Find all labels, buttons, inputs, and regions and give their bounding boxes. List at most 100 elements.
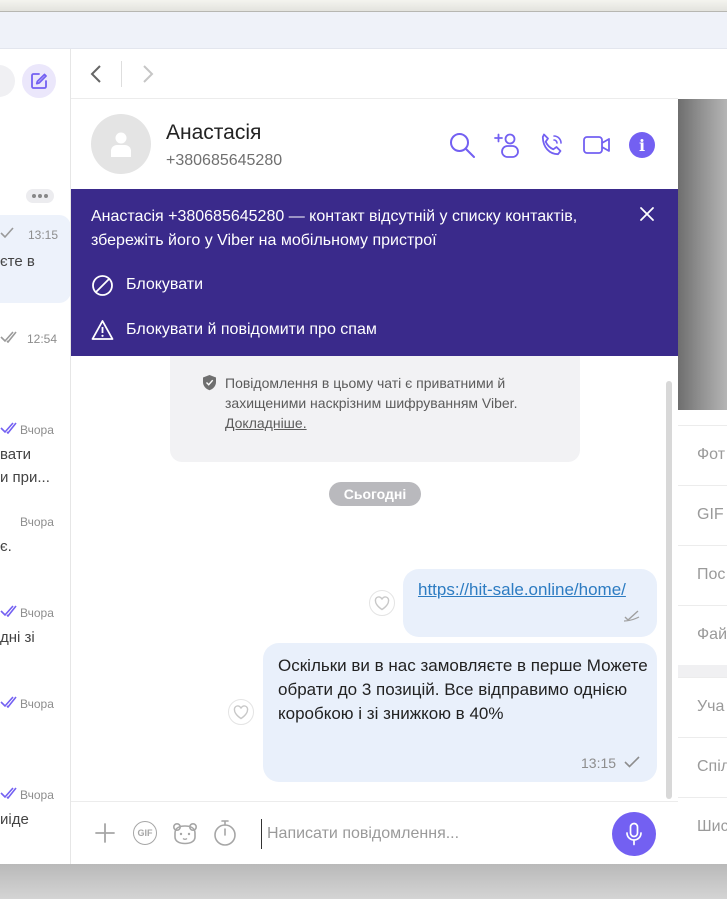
encryption-notice: Повідомлення в цьому чаті є приватними й… bbox=[170, 356, 580, 462]
message-text: Оскільки ви в нас замовляєте в перше Мож… bbox=[278, 656, 648, 723]
viber-window: 13:15 єте в 12:54 Вчора вати и при... Вч… bbox=[0, 12, 727, 864]
banner-message: Анастасія +380685645280 — контакт відсут… bbox=[91, 208, 578, 249]
message-input[interactable] bbox=[261, 819, 601, 849]
more-options-button[interactable] bbox=[26, 189, 54, 203]
chat-list-item[interactable]: Вчора иіде bbox=[0, 774, 70, 860]
info-item-gifs[interactable]: GIF bbox=[678, 485, 727, 545]
call-button[interactable] bbox=[537, 130, 567, 160]
info-item-label: Шис bbox=[697, 818, 727, 835]
add-participant-button[interactable] bbox=[492, 130, 522, 160]
chevron-right-icon bbox=[143, 65, 154, 83]
chat-list-item[interactable]: Вчора є. bbox=[0, 501, 70, 587]
search-icon bbox=[450, 133, 475, 158]
double-check-icon bbox=[0, 605, 17, 617]
window-title-strip bbox=[0, 12, 727, 49]
double-check-icon bbox=[0, 696, 17, 708]
chat-preview: дні зі bbox=[0, 629, 35, 646]
dot bbox=[38, 194, 42, 198]
info-item-files[interactable]: Фай bbox=[678, 605, 727, 665]
chat-list-item[interactable]: Вчора вати и при... bbox=[0, 409, 70, 497]
info-button[interactable]: i bbox=[627, 130, 657, 160]
gif-button[interactable]: GIF bbox=[132, 820, 158, 846]
compose-icon bbox=[31, 73, 47, 89]
like-button[interactable] bbox=[228, 699, 254, 725]
chat-time: Вчора bbox=[20, 423, 54, 437]
info-item-label: Фот bbox=[697, 446, 726, 463]
chat-preview: вати bbox=[0, 446, 32, 463]
encryption-notice-message: Повідомлення в цьому чаті є приватними й… bbox=[225, 375, 518, 411]
user-icon bbox=[111, 132, 131, 157]
contact-name: Анастасія bbox=[166, 121, 262, 144]
message-scrollbar[interactable] bbox=[666, 381, 672, 799]
block-report-spam-button[interactable]: Блокувати й повідомити про спам bbox=[91, 317, 491, 343]
conversation-panel: Анастасія +380685645280 i Анастасія +380… bbox=[71, 49, 678, 864]
date-divider: Сьогодні bbox=[329, 482, 421, 506]
dot bbox=[44, 194, 48, 198]
banner-close-button[interactable] bbox=[637, 204, 657, 224]
chat-preview: єте в bbox=[0, 253, 35, 270]
chat-list-panel: 13:15 єте в 12:54 Вчора вати и при... Вч… bbox=[0, 49, 71, 864]
add-user-icon bbox=[494, 133, 519, 158]
encryption-notice-text: Повідомлення в цьому чаті є приватними й… bbox=[225, 373, 555, 433]
check-icon bbox=[0, 227, 14, 239]
info-item-encryption[interactable]: Шис bbox=[678, 797, 727, 857]
message-composer: GIF bbox=[71, 801, 678, 864]
gif-icon: GIF bbox=[133, 821, 157, 845]
message-link[interactable]: https://hit-sale.online/home/ bbox=[418, 580, 626, 600]
sticker-bear-icon bbox=[172, 822, 197, 845]
video-call-button[interactable] bbox=[582, 130, 612, 160]
info-item-common-groups[interactable]: Спіл bbox=[678, 737, 727, 797]
unknown-contact-banner: Анастасія +380685645280 — контакт відсут… bbox=[71, 189, 678, 356]
timer-button[interactable] bbox=[212, 820, 238, 846]
chat-time: 12:54 bbox=[27, 332, 58, 346]
chat-list-item[interactable]: 12:54 bbox=[0, 317, 70, 397]
back-button[interactable] bbox=[85, 62, 109, 86]
chat-search-input[interactable] bbox=[0, 65, 15, 97]
chevron-left-icon bbox=[90, 65, 101, 83]
chat-list-item[interactable]: Вчора bbox=[0, 683, 70, 769]
chat-time: Вчора bbox=[20, 515, 54, 529]
chat-time: Вчора bbox=[20, 606, 54, 620]
message-bubble[interactable]: Оскільки ви в нас замовляєте в перше Мож… bbox=[263, 643, 657, 782]
microphone-icon bbox=[626, 822, 642, 846]
like-button[interactable] bbox=[369, 590, 395, 616]
block-report-label: Блокувати й повідомити про спам bbox=[126, 321, 377, 338]
voice-message-button[interactable] bbox=[612, 812, 656, 856]
forward-button[interactable] bbox=[135, 62, 159, 86]
info-item-participants[interactable]: Уча bbox=[678, 677, 727, 737]
attach-button[interactable] bbox=[92, 820, 118, 846]
block-button[interactable]: Блокувати bbox=[91, 272, 491, 298]
timer-icon bbox=[214, 820, 236, 846]
nav-divider bbox=[121, 61, 122, 87]
chat-preview: и при... bbox=[0, 469, 50, 486]
phone-icon bbox=[541, 133, 562, 156]
info-icon: i bbox=[629, 132, 655, 158]
desktop-top-edge bbox=[0, 0, 727, 12]
learn-more-link[interactable]: Докладніше. bbox=[225, 415, 307, 431]
contact-info-panel: Ана Фот GIF Пос Фай Уча Спіл Шис bbox=[678, 49, 727, 864]
search-button[interactable] bbox=[447, 130, 477, 160]
read-receipt-icon bbox=[623, 610, 640, 622]
info-item-label: Уча bbox=[697, 698, 725, 715]
message-bubble[interactable]: https://hit-sale.online/home/ bbox=[403, 569, 657, 637]
heart-icon bbox=[233, 704, 249, 719]
avatar[interactable] bbox=[91, 114, 151, 174]
contact-photo: Ана bbox=[678, 99, 727, 439]
chat-time: 13:15 bbox=[28, 228, 59, 242]
sticker-button[interactable] bbox=[172, 820, 198, 846]
info-item-photos[interactable]: Фот bbox=[678, 425, 727, 485]
double-check-icon bbox=[0, 422, 17, 434]
desktop-bottom-edge bbox=[0, 864, 727, 899]
navigation-bar bbox=[71, 49, 678, 99]
double-check-icon bbox=[0, 787, 17, 799]
new-chat-button[interactable] bbox=[22, 64, 56, 98]
message-area: Повідомлення в цьому чаті є приватними й… bbox=[71, 356, 678, 801]
contact-phone: +380685645280 bbox=[166, 152, 283, 169]
close-icon bbox=[640, 207, 654, 221]
chat-preview: є. bbox=[0, 538, 12, 555]
info-item-links[interactable]: Пос bbox=[678, 545, 727, 605]
chat-list-item[interactable]: 13:15 єте в bbox=[0, 215, 70, 303]
block-icon bbox=[92, 274, 113, 296]
chat-list-item[interactable]: Вчора дні зі bbox=[0, 592, 70, 678]
warning-icon bbox=[91, 320, 114, 340]
